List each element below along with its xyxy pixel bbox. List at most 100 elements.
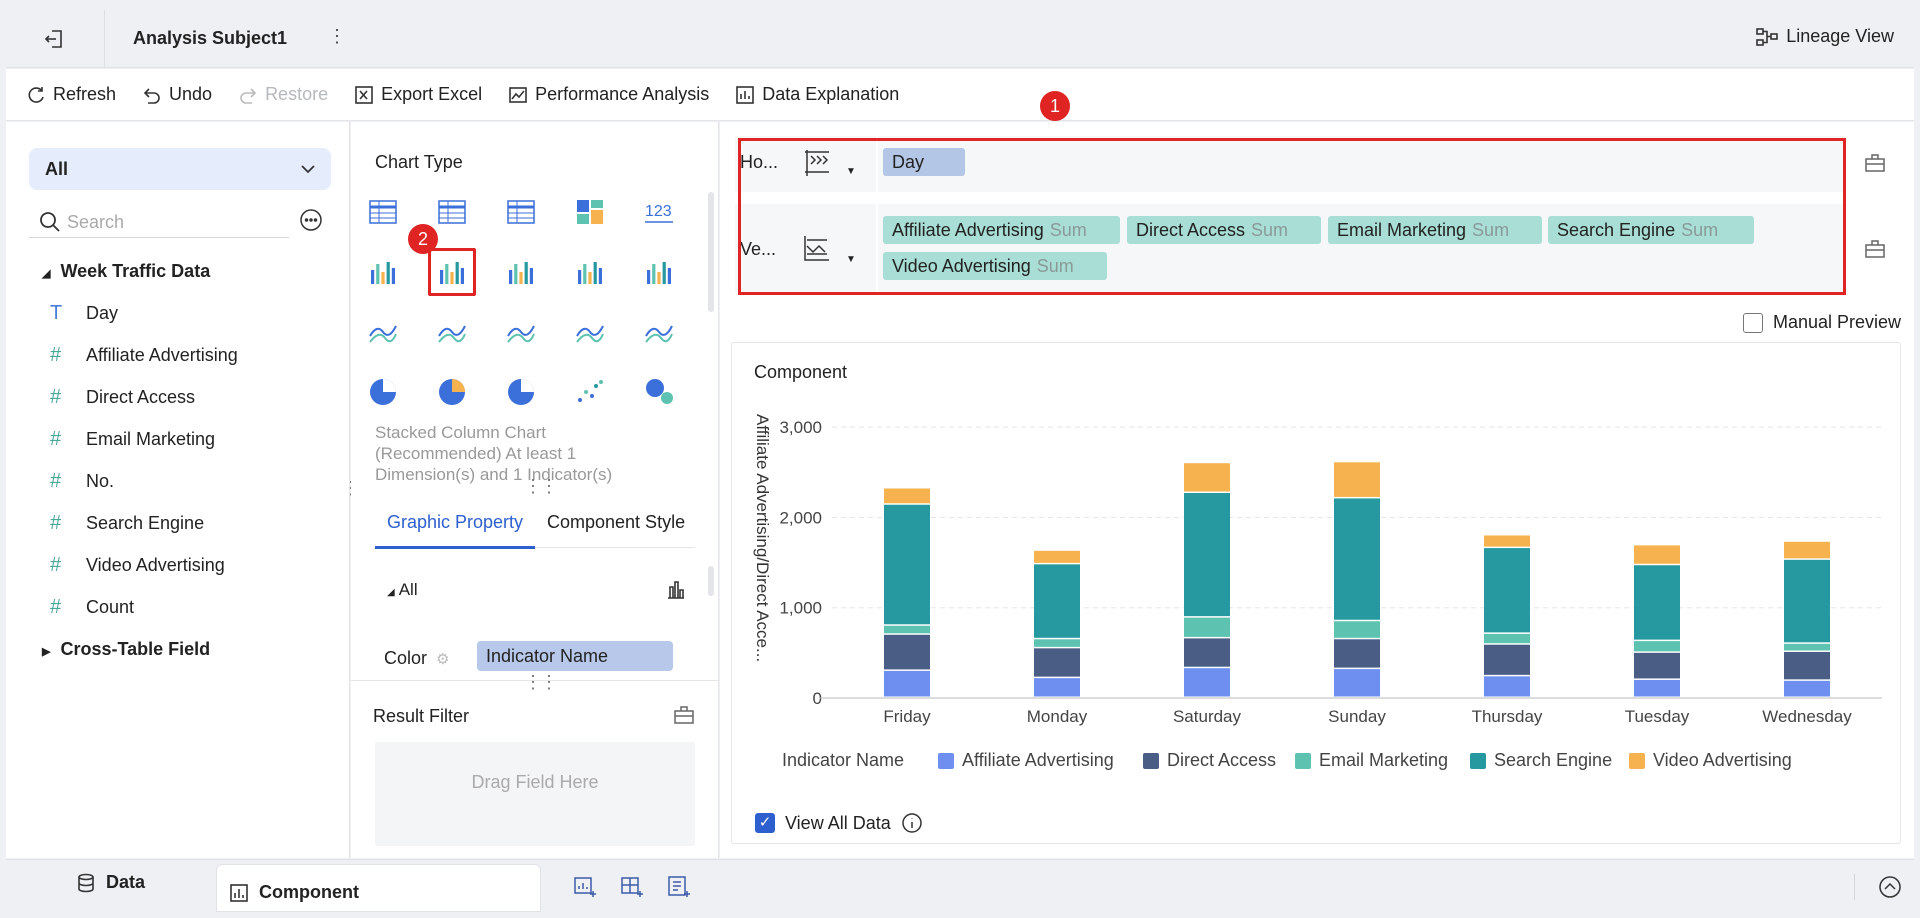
bar-segment [1184, 463, 1230, 492]
lineage-view-label: Lineage View [1786, 26, 1894, 46]
chart-type-kpi-number-icon[interactable]: 123 [635, 188, 683, 236]
collapse-up-icon[interactable] [1878, 875, 1902, 899]
bar-chart-icon[interactable] [665, 578, 687, 600]
highlight-box-axes [738, 138, 1846, 295]
chart-type-line-icon[interactable] [359, 308, 407, 356]
lineage-view-button[interactable]: Lineage View [1756, 26, 1894, 47]
view-all-data-label: View All Data [785, 812, 891, 833]
undo-label: Undo [169, 84, 213, 104]
divider [1854, 874, 1855, 900]
axis-settings-icon[interactable] [1864, 153, 1886, 173]
add-report-icon[interactable] [667, 875, 691, 899]
resize-handle[interactable]: ⋮⋮ [524, 476, 558, 497]
caret-down-icon: ◢ [387, 587, 395, 598]
export-excel-button[interactable]: Export Excel [354, 84, 482, 105]
chart-type-grouped-table-icon[interactable] [359, 248, 407, 296]
scrollbar[interactable] [708, 192, 714, 312]
add-dashboard-icon[interactable] [620, 875, 644, 899]
chart-type-cross-table-icon[interactable] [428, 188, 476, 236]
chart-type-detail-table-icon[interactable] [497, 188, 545, 236]
field-label: No. [86, 471, 115, 491]
more-options-icon[interactable] [299, 208, 323, 232]
chart-type-pie-icon[interactable] [359, 368, 407, 416]
bottom-bar: Data Component [6, 859, 1914, 913]
field-item[interactable]: # Direct Access [50, 386, 195, 409]
refresh-icon [28, 86, 44, 103]
tab-data[interactable]: Data [76, 872, 145, 893]
field-item[interactable]: # Affiliate Advertising [50, 344, 238, 367]
color-field-pill[interactable]: Indicator Name [477, 641, 673, 671]
table-filter-value: All [45, 159, 69, 179]
axis-settings-icon[interactable] [1864, 239, 1886, 259]
tree-group-week-traffic[interactable]: ◢ Week Traffic Data [42, 261, 210, 282]
restore-button[interactable]: Restore [238, 84, 328, 105]
y-tick-label: 1,000 [779, 599, 822, 618]
bar-segment [1034, 648, 1080, 677]
x-tick-label: Monday [1027, 707, 1088, 726]
chart-type-radar-icon[interactable] [497, 308, 545, 356]
chart-type-multi-block-icon[interactable] [566, 188, 614, 236]
chart-type-stacked-column-icon[interactable] [428, 248, 476, 296]
chart-type-bar-horizontal-icon[interactable] [566, 248, 614, 296]
manual-preview-checkbox[interactable]: Manual Preview [1743, 312, 1901, 333]
result-filter-drop-zone[interactable]: Drag Field Here [375, 742, 695, 846]
exit-icon[interactable] [42, 27, 70, 51]
field-item[interactable]: # Video Advertising [50, 554, 225, 577]
field-item[interactable]: # Search Engine [50, 512, 204, 535]
number-field-icon: # [50, 386, 62, 408]
refresh-label: Refresh [53, 84, 117, 104]
bar-segment [1634, 652, 1680, 679]
chart-type-area-icon[interactable] [566, 308, 614, 356]
active-tab-indicator [375, 546, 535, 549]
field-item[interactable]: # No. [50, 470, 114, 493]
add-component-icon[interactable] [573, 875, 597, 899]
config-tabs: Graphic Property Component Style [375, 502, 695, 549]
tab-graphic-property[interactable]: Graphic Property [387, 512, 523, 533]
data-explanation-button[interactable]: Data Explanation [735, 84, 899, 105]
lineage-icon [1756, 27, 1779, 46]
search-icon [40, 212, 60, 232]
restore-label: Restore [265, 84, 329, 104]
chart-type-waterfall-icon[interactable] [635, 248, 683, 296]
bar-segment [1484, 535, 1530, 547]
field-item[interactable]: # Email Marketing [50, 428, 215, 451]
tab-component-style[interactable]: Component Style [547, 512, 685, 533]
bar-segment [1334, 669, 1380, 697]
filter-settings-icon[interactable] [673, 705, 695, 725]
scrollbar[interactable] [708, 566, 714, 596]
info-icon[interactable] [901, 812, 923, 834]
chart-type-column-icon[interactable] [497, 248, 545, 296]
y-tick-label: 2,000 [779, 508, 822, 527]
table-filter-select[interactable]: All [29, 148, 331, 190]
refresh-button[interactable]: Refresh [26, 84, 116, 105]
field-item[interactable]: # Count [50, 596, 134, 619]
chart-type-gauge-icon[interactable] [635, 308, 683, 356]
chart-type-table-icon[interactable] [359, 188, 407, 236]
performance-analysis-button[interactable]: Performance Analysis [508, 84, 709, 105]
settings-icon[interactable]: ⚙ [436, 651, 449, 668]
chart-type-scatter-icon[interactable] [566, 368, 614, 416]
chart-type-ring-icon[interactable] [497, 368, 545, 416]
field-item[interactable]: T Day [50, 302, 118, 325]
resize-handle[interactable]: ⋮⋮ [524, 672, 558, 693]
checkbox[interactable] [1743, 312, 1763, 333]
chart-type-bubble-icon[interactable] [635, 368, 683, 416]
undo-button[interactable]: Undo [142, 84, 212, 105]
view-all-data-checkbox[interactable]: ✓ View All Data [755, 812, 923, 834]
tab-component[interactable]: Component [216, 864, 541, 912]
x-tick-label: Tuesday [1625, 707, 1690, 726]
bar-segment [1034, 639, 1080, 647]
checkbox-checked[interactable]: ✓ [755, 813, 775, 833]
more-vertical-icon[interactable]: ⋮ [328, 26, 346, 47]
chart-type-radar-line-icon[interactable] [428, 308, 476, 356]
chart-type-rose-pie-icon[interactable] [428, 368, 476, 416]
svg-text:123: 123 [645, 203, 672, 220]
tree-group-cross-table[interactable]: ▶ Cross-Table Field [42, 639, 210, 660]
field-search-input[interactable]: Search [29, 206, 289, 238]
chevron-down-icon [301, 165, 315, 174]
property-group-all[interactable]: ◢ All [387, 580, 418, 600]
tree-group-label: Cross-Table Field [60, 639, 211, 659]
legend-swatch [1629, 753, 1645, 769]
bar-segment [1034, 678, 1080, 697]
performance-icon [509, 86, 527, 103]
